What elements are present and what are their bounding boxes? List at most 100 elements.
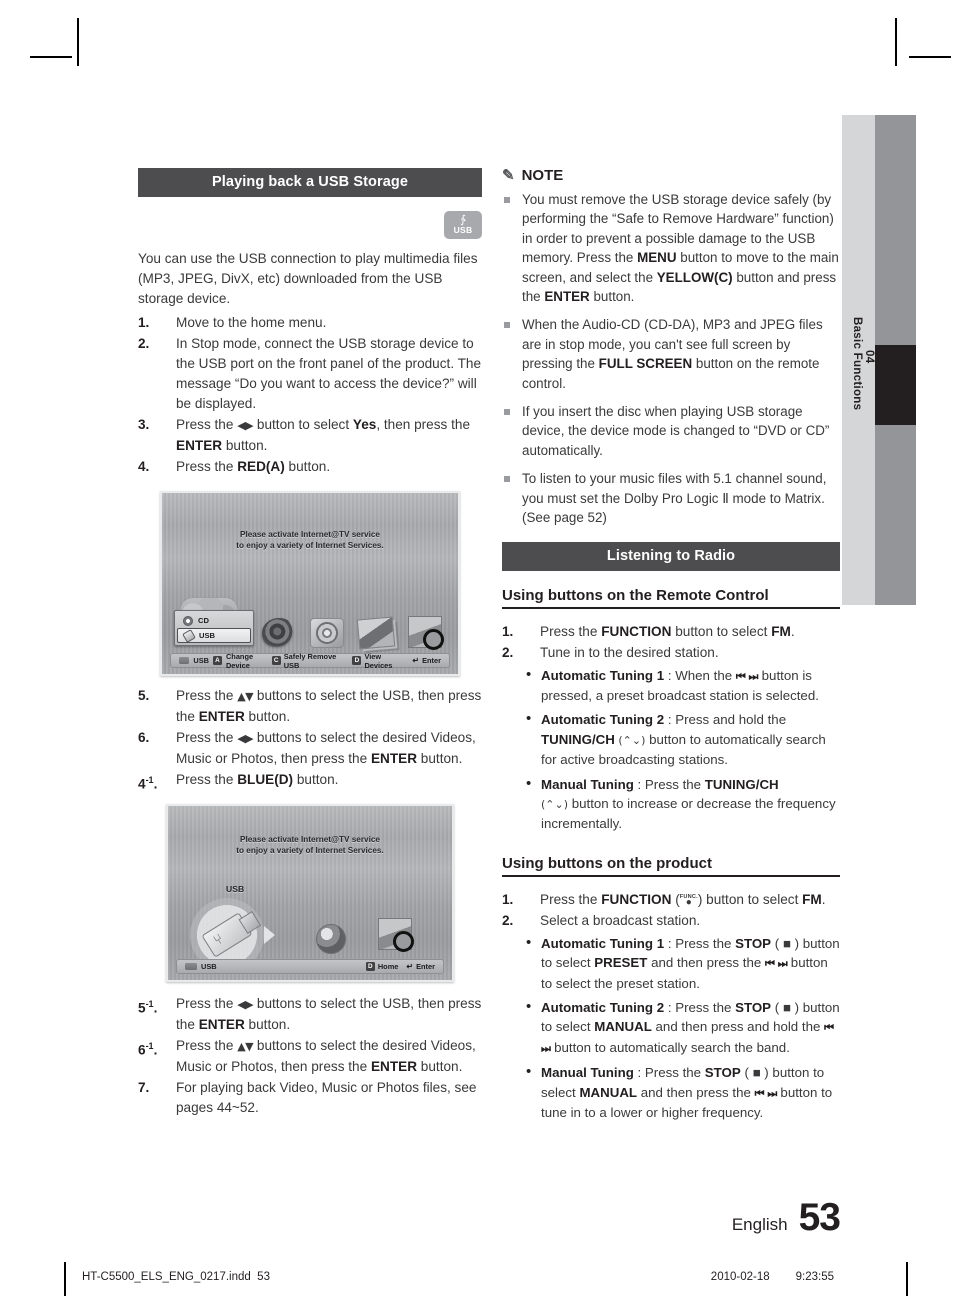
step-item: 1. Move to the home menu. [138,313,482,333]
step-bold-function: FUNCTION [601,891,672,907]
bullet-title-auto-tuning-1: Automatic Tuning 1 [541,935,665,951]
step-text-c: button. [417,751,463,766]
step-bold-enter: ENTER [198,709,245,724]
step-bold-fm: FM [771,623,791,639]
carousel-next-arrow-icon[interactable] [264,926,275,944]
step-number: 2. [502,912,514,928]
bullet-bold-preset: PRESET [594,955,648,971]
bullet-bold-tuning-ch: TUNING/CH [704,776,779,792]
photos-icon [356,616,396,650]
note-item: When the Audio-CD (CD-DA), MP3 and JPEG … [502,315,840,393]
footer-file-page: 53 [257,1271,270,1283]
device-dropdown[interactable]: CD USB [174,610,254,646]
step-text-c: button to select [671,623,772,639]
step-bold-enter: ENTER [370,751,418,766]
skip-prev-next-icon: ⏮ ⏭ [735,669,759,683]
usb-port-icon [185,963,197,970]
step-text-c: button. [244,1017,291,1032]
step-number: 1. [502,891,514,907]
subheading-product-buttons: Using buttons on the product [502,855,840,877]
bullet-item: Manual Tuning : Press the STOP ( ■ ) but… [526,1062,840,1122]
step-text: In Stop mode, connect the USB storage de… [176,336,482,411]
step-item: 3. Press the ◀▶ button to select Yes, th… [138,415,482,456]
step-text: For playing back Video, Music or Photos … [176,1080,477,1115]
stop-square-icon: ( ■ ) [771,999,800,1015]
step-item: 2. Tune in to the desired station. [502,643,840,663]
usb-icon-badge: ∱ USB [444,211,482,239]
footer-rule-right [906,1262,908,1296]
bullet-item: Automatic Tuning 2 : Press and hold the … [526,709,840,769]
note-text-a: If you insert the disc when playing USB … [522,404,830,458]
tv-activation-message: Please activate Internet@TV service to e… [168,834,452,856]
step-item: 6. Press the ◀▶ buttons to select the de… [138,728,482,769]
step-text-a: Press the [540,891,602,907]
bullet-item: Manual Tuning : Press the TUNING/CH(⌃⌄) … [526,774,840,834]
home-menu-icon-row [262,616,444,650]
bottom-bar-action-enter: Enter [422,656,441,665]
manual-page: 04 Basic Functions Playing back a USB St… [0,0,954,1307]
remote-tuning-bullets: Automatic Tuning 1 : When the ⏮ ⏭ button… [526,665,840,834]
step-number: 4. [138,459,150,474]
tv-message-line1: Please activate Internet@TV service [240,835,380,844]
tv-message-line2: to enjoy a variety of Internet Services. [236,541,384,550]
chapter-title: Basic Functions [851,317,863,411]
usb-stick-graphic [201,912,253,958]
step-number: 2. [502,644,514,660]
tv-screen-surface: Please activate Internet@TV service to e… [162,493,458,674]
note-bold-yellow-c: YELLOW(C) [656,269,733,285]
step-number-sup: -1 [145,999,154,1009]
usb-port-icon [179,657,190,664]
step-number: 3. [138,417,150,432]
bottom-bar-action-enter: Enter [416,962,435,971]
up-down-caret-icon: (⌃⌄) [541,797,569,811]
bottom-bar-left: USB A Change Device [171,652,272,670]
page-language-label: English [731,1215,788,1234]
bullet-text-a: : Press the [633,1065,705,1081]
note-item: If you insert the disc when playing USB … [502,402,840,460]
chapter-thumb-tab: 04 Basic Functions [842,115,916,605]
bullet-text-a: : Press the [664,935,736,951]
settings-icon [378,918,414,952]
tv-bottom-action-bar: USB A Change Device C Safely Remove USB … [170,651,450,670]
step-item: 2. Select a broadcast station. [502,911,840,931]
dropdown-item-label: USB [199,631,216,640]
step-item: 4-1. Press the BLUE(D) button. [138,770,482,792]
bullet-title-auto-tuning-2: Automatic Tuning 2 [541,712,665,728]
skip-prev-next-icon: ⏮ ⏭ [764,957,788,971]
step-number-base: 4 [138,776,146,792]
step-bold-function: FUNCTION [601,623,672,639]
dropdown-item-cd[interactable]: CD [177,613,251,628]
dropdown-item-usb[interactable]: USB [177,628,251,643]
bullet-title-auto-tuning-1: Automatic Tuning 1 [541,667,665,683]
footer-time: 9:23:55 [795,1271,834,1283]
tv-screen-surface: Please activate Internet@TV service to e… [168,806,452,980]
bottom-bar-action-view-devices: View Devices [364,651,393,670]
step-item: 5-1. Press the ◀▶ buttons to select the … [138,994,482,1035]
bullet-bold-manual: MANUAL [579,1084,638,1100]
bullet-text-c: and then press the [637,1084,755,1100]
nav-up-down-icon: ▲▼ [237,1040,254,1053]
usb-steps-list-part1: 1. Move to the home menu. 2. In Stop mod… [138,313,482,477]
bullet-item: Automatic Tuning 1 : When the ⏮ ⏭ button… [526,665,840,706]
crop-mark-top-left-horizontal [30,56,72,58]
chapter-number: 04 [863,350,875,364]
step-bold-blue-d: BLUE(D) [237,772,294,787]
product-steps-list: 1. Press the FUNCTION (FUNC. ●) button to… [502,890,840,931]
func-button-glyph-wrap: (FUNC. ●) [671,891,703,909]
crop-mark-top-left-vertical [77,18,79,66]
footer-file-name: HT-C5500_ELS_ENG_0217.indd [82,1271,251,1283]
usb-badge-row: ∱ USB [138,211,482,239]
step-bold-fm: FM [802,891,822,907]
note-item: You must remove the USB storage device s… [502,190,840,306]
section-header-listening-to-radio: Listening to Radio [502,541,840,571]
step-number: 2. [138,336,150,351]
note-bold-menu: MENU [637,250,677,266]
left-column: Playing back a USB Storage ∱ USB You can… [138,168,482,1119]
cd-disc-icon [183,615,193,626]
remote-steps-list: 1. Press the FUNCTION button to select F… [502,622,840,663]
step-text-a: Press the [176,688,238,703]
videos-icon [262,618,296,648]
step-text-c: button. [244,709,291,724]
step-item: 1. Press the FUNCTION (FUNC. ●) button to… [502,890,840,910]
note-bold-enter: ENTER [544,289,590,305]
